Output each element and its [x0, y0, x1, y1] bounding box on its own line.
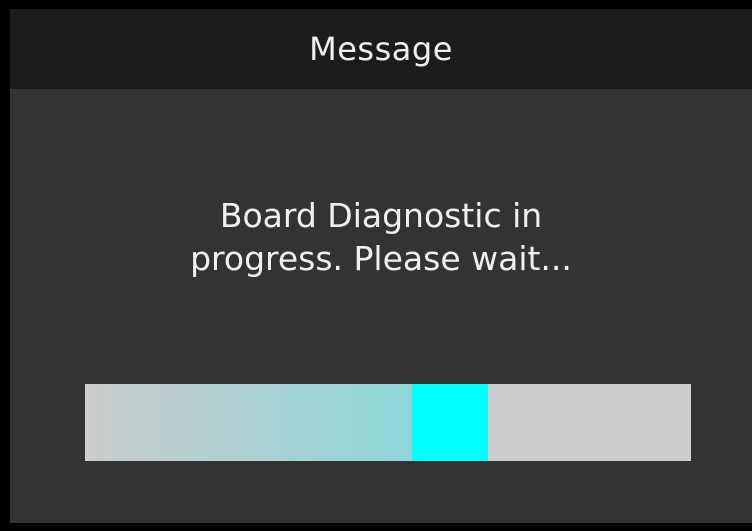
progress-bar-fill [85, 384, 412, 461]
progress-bar [85, 384, 691, 461]
progress-bar-indicator [412, 384, 488, 461]
message-line-1: Board Diagnostic in [219, 196, 543, 235]
dialog-message: Board Diagnostic in progress. Please wai… [10, 194, 752, 280]
message-dialog: Message Board Diagnostic in progress. Pl… [10, 9, 752, 523]
dialog-titlebar: Message [10, 9, 752, 89]
message-line-2: progress. Please wait... [190, 239, 572, 278]
screen-frame: Message Board Diagnostic in progress. Pl… [0, 0, 752, 531]
dialog-title: Message [309, 30, 453, 68]
